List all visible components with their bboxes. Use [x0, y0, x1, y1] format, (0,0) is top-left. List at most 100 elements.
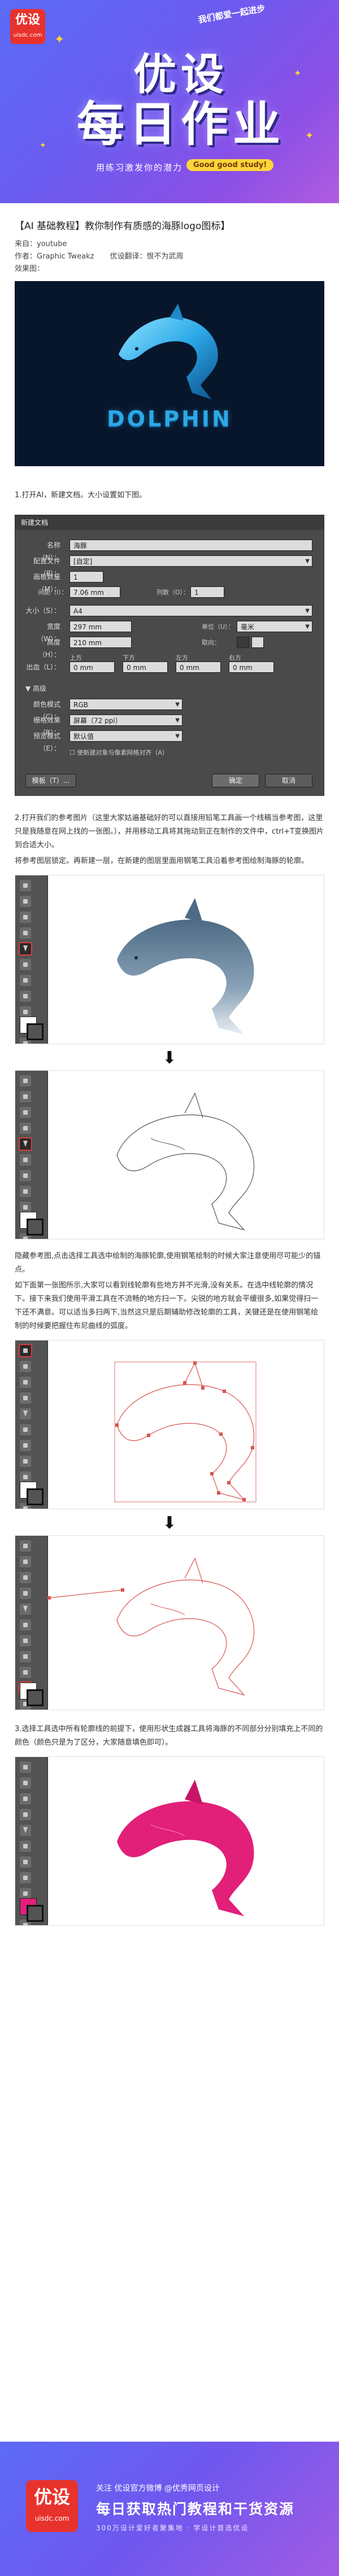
preview-row: 预览模式（E）： — [25, 730, 65, 752]
landscape-toggle[interactable] — [251, 637, 264, 648]
shape-builder-screenshot — [15, 1756, 324, 1926]
dolphin-logo-icon — [119, 304, 218, 400]
footer-tagline: 300万设计爱好者聚集地 · 学设计首选优设 — [96, 2524, 249, 2532]
advanced-toggle[interactable]: ▼ 高级 — [25, 684, 46, 693]
bleed-left-label: 左方 — [176, 654, 188, 661]
align-pixel-checkbox[interactable]: ☐ 使新建对象与像素网格对齐（A） — [69, 748, 168, 757]
advanced-label: 高级 — [33, 685, 47, 693]
dolphin-wordmark: DOLPHIN — [107, 406, 232, 431]
arrow-down-icon: ⬇ — [162, 1513, 177, 1533]
article-translator: 优设翻译：恨不为武周 — [110, 252, 184, 261]
size-row: 大小（S）： — [25, 604, 65, 617]
template-button[interactable]: 模板（T）... — [25, 774, 76, 787]
dolphin-smooth-drawing — [47, 1557, 255, 1696]
step-1-text: 1.打开AI，新建文档。大小设置如下图。 — [15, 491, 147, 500]
step-3b-text: 如下面第一张图所示,大家可以看到线轮廓有些地方并不光滑,没有关系。在选中线轮廓的… — [15, 1281, 319, 1330]
bleed-row: 出血（L）： — [25, 661, 65, 673]
uisdc-logo[interactable]: 优设 uisdc.com — [10, 9, 45, 44]
cancel-button[interactable]: 取消 — [265, 774, 312, 787]
step-2-text: 2.打开我们的参考图片（这里大家姑遍基础好的可以直接用铅笔工具画一个线稿当参考图… — [15, 814, 324, 849]
size-select[interactable]: A4 ▼ — [69, 605, 312, 616]
banner-title-line1: 优设 — [133, 49, 228, 99]
article-body: 【AI 基础教程】教你制作有质感的海豚logo图标】 来自：youtube 作者… — [0, 219, 339, 1926]
preview-mode-label: 预览模式（E）： — [33, 732, 60, 752]
footer-logo-domain: uisdc.com — [34, 2514, 69, 2522]
chevron-down-icon: ▼ — [175, 733, 180, 739]
height-row: 高度（H）： — [25, 636, 65, 659]
size-value: A4 — [73, 607, 82, 615]
footer-follow-text: 关注 优设官方微博 @优秀网页设计 — [96, 2484, 220, 2493]
chevron-down-icon: ▼ — [305, 608, 310, 614]
dolphin-anchor-drawing — [114, 1361, 257, 1502]
raster-row: 栅格效果（R）： — [25, 714, 65, 737]
star-icon: ✦ — [40, 141, 46, 150]
article-meta: 来自：youtube 作者：Graphic Tweakz 优设翻译：恨不为武周 效… — [15, 238, 324, 275]
bleed-left-input[interactable]: 0 mm — [176, 661, 221, 673]
profile-row: 配置文件（P）： — [25, 555, 65, 577]
header-banner: ✦ ✦ ✦ ✦ 优设 uisdc.com 我们都爱一起进步 优设 每日作业 用练… — [0, 0, 339, 203]
star-icon: ✦ — [305, 130, 314, 142]
preview-label: 效果图： — [15, 265, 45, 273]
profile-value: [自定] — [73, 558, 93, 566]
spacing-label: 间距（I）： — [38, 589, 68, 596]
dialog-titlebar: 新建文档 — [15, 515, 324, 530]
align-pixel-label: 使新建对象与像素网格对齐（A） — [77, 749, 168, 756]
banner-title-line2: 每日作业 — [76, 97, 285, 152]
units-label: 单位（U）： — [202, 623, 234, 630]
bleed-top-label: 上方 — [69, 654, 82, 661]
preview-value: 默认值 — [73, 733, 94, 741]
dolphin-outline-drawing — [116, 1092, 255, 1231]
units-value: 毫米 — [241, 623, 255, 631]
footer-logo-text: 优设 — [33, 2486, 70, 2508]
star-icon: ✦ — [54, 33, 65, 47]
bleed-top-input[interactable]: 0 mm — [69, 661, 115, 673]
columns-input[interactable]: 1 — [190, 586, 224, 598]
smooth-tool-screenshot — [15, 1535, 324, 1710]
star-icon: ✦ — [294, 68, 302, 78]
profile-select[interactable]: [自定] ▼ — [69, 555, 312, 567]
bleed-bottom-input[interactable]: 0 mm — [123, 661, 168, 673]
final-effect-image: DOLPHIN — [15, 281, 324, 466]
banner-title: 优设 每日作业 — [73, 49, 288, 152]
arrow-down-icon: ⬇ — [162, 1048, 177, 1068]
bleed-right-input[interactable]: 0 mm — [229, 661, 274, 673]
raster-value: 屏幕（72 ppi） — [73, 717, 122, 725]
footer-logo[interactable]: 优设 uisdc.com — [26, 2480, 78, 2532]
anchor-points-screenshot — [15, 1340, 324, 1509]
footer-banner: 优设 uisdc.com 关注 优设官方微博 @优秀网页设计 每日获取热门教程和… — [0, 2442, 339, 2576]
spacing-input[interactable]: 7.06 mm — [69, 586, 120, 598]
preview-select[interactable]: 默认值 ▼ — [69, 730, 182, 742]
height-label: 高度（H）： — [38, 638, 60, 659]
new-document-dialog: 新建文档 名称（N）： 海豚 配置文件（P）： [自定] ▼ 画板数量（M）： 1… — [15, 515, 324, 796]
columns-label: 列数（O）： — [157, 589, 190, 596]
width-input[interactable]: 297 mm — [69, 621, 132, 632]
units-select[interactable]: 毫米 ▼ — [237, 621, 312, 632]
banner-pill: Good good study! — [186, 159, 274, 171]
dolphin-pink-fill — [117, 1780, 254, 1916]
outline-screenshot — [15, 1070, 324, 1239]
raster-select[interactable]: 屏幕（72 ppi） ▼ — [69, 715, 182, 726]
color-mode-value: RGB — [73, 701, 88, 709]
logo-text: 优设 — [15, 13, 40, 27]
step-4-text: 3.选择工具选中所有轮廓线的前提下，使用形状生成器工具将海豚的不同部分分别填充上… — [15, 1725, 323, 1747]
article-title: 【AI 基础教程】教你制作有质感的海豚logo图标】 — [15, 221, 231, 232]
width-row: 宽度（W）： — [25, 620, 65, 643]
chevron-down-icon: ▼ — [305, 624, 310, 630]
name-row: 名称（N）： — [25, 539, 65, 562]
color-mode-select[interactable]: RGB ▼ — [69, 699, 182, 710]
footer-headline: 每日获取热门教程和干货资源 — [96, 2501, 295, 2517]
bleed-label: 出血（L）： — [26, 663, 60, 671]
chevron-down-icon: ▼ — [175, 702, 180, 708]
article-author: 作者：Graphic Tweakz — [15, 252, 94, 261]
bleed-right-label: 右方 — [229, 654, 241, 661]
portrait-toggle[interactable] — [237, 637, 249, 648]
name-input[interactable]: 海豚 — [69, 540, 312, 551]
chevron-down-icon: ▼ — [305, 558, 310, 564]
height-input[interactable]: 210 mm — [69, 637, 132, 648]
artboards-row: 画板数量（M）： — [25, 571, 65, 593]
artboards-input[interactable]: 1 — [69, 571, 103, 582]
step-3a-text: 隐藏参考图,点击选择工具选中绘制的海豚轮廓,使用钢笔绘制的时候大家注意使用尽可能… — [15, 1252, 321, 1274]
ok-button[interactable]: 确定 — [212, 774, 259, 787]
article-credits: 作者：Graphic Tweakz 优设翻译：恨不为武周 — [15, 251, 324, 263]
reference-photo-screenshot — [15, 875, 324, 1044]
